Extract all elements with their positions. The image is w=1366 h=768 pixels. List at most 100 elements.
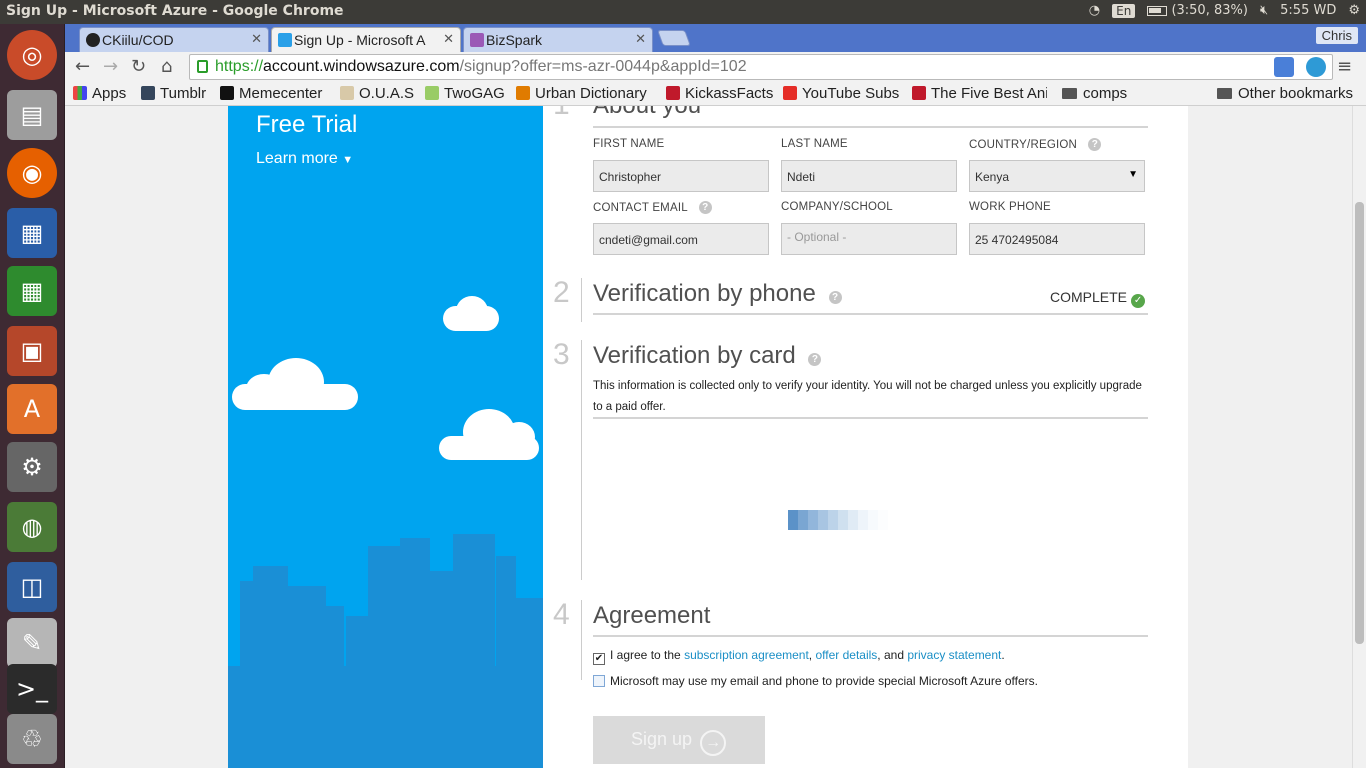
bookmark-apps[interactable]: Apps [73, 85, 126, 102]
help-icon[interactable]: ? [698, 201, 712, 214]
marketing-checkbox[interactable] [593, 675, 605, 687]
new-tab-button[interactable] [657, 30, 691, 46]
text-editor-icon[interactable]: ✎ [7, 618, 57, 668]
github-icon [86, 33, 100, 47]
url-path: /signup?offer=ms-azr-0044p&appId=102 [459, 58, 747, 75]
close-tab-icon[interactable]: ✕ [443, 31, 454, 47]
first-name-field[interactable]: Christopher [593, 160, 769, 192]
sign-up-button[interactable]: Sign up → [593, 716, 765, 764]
section-number: 1 [553, 106, 570, 122]
tab-ckiilu-cod[interactable]: CKiilu/COD ✕ [79, 27, 269, 52]
email-field[interactable]: cndeti@gmail.com [593, 223, 769, 255]
impress-icon[interactable]: ▣ [7, 326, 57, 376]
help-icon[interactable]: ? [828, 291, 842, 304]
reload-icon[interactable]: ↻ [131, 56, 146, 77]
country-region-label: COUNTRY/REGION ? [969, 138, 1102, 151]
bookmarks-bar: Apps Tumblr Memecenter O.U.A.S TwoGAG Ur… [65, 82, 1366, 106]
bookmark-label: Tumblr [160, 85, 207, 102]
software-center-icon[interactable]: A [7, 384, 57, 434]
url-host: account.windowsazure.com [263, 58, 460, 75]
bookmark-urban-dictionary[interactable]: Urban Dictionary [516, 85, 647, 102]
back-arrow-icon[interactable]: ← [75, 56, 90, 77]
offer-details-link[interactable]: offer details [815, 648, 877, 662]
folder-icon [1217, 88, 1232, 99]
terms-checkbox[interactable]: ✔ [593, 653, 605, 665]
bookmark-twogag[interactable]: TwoGAG [425, 85, 505, 102]
chrome-menu-icon[interactable]: ≡ [1337, 56, 1352, 77]
company-field[interactable]: - Optional - [781, 223, 957, 255]
bookmark-memecenter[interactable]: Memecenter [220, 85, 322, 102]
system-indicators: ◔ En (3:50, 83%) 🔇︎ 5:55 WD ⚙ [1089, 3, 1360, 18]
section-title-card-verification: Verification by card ? [593, 342, 822, 370]
sync-extension-icon[interactable] [1306, 57, 1326, 77]
bookmark-youtube-subs[interactable]: YouTube Subs [783, 85, 899, 102]
close-tab-icon[interactable]: ✕ [251, 31, 262, 47]
tab-label: CKiilu/COD [102, 32, 174, 48]
bookmark-tumblr[interactable]: Tumblr [141, 85, 206, 102]
help-icon[interactable]: ? [1088, 138, 1102, 151]
tab-label: Sign Up - Microsoft A [294, 32, 426, 48]
secure-lock-icon [197, 60, 208, 73]
country-label-text: COUNTRY/REGION [969, 139, 1078, 151]
suffix: . [1001, 648, 1005, 662]
bookmark-label: Other bookmarks [1238, 85, 1354, 102]
privacy-statement-link[interactable]: privacy statement [907, 648, 1001, 662]
settings-gear-icon[interactable]: ⚙ [1348, 3, 1360, 18]
ubuntu-dash-icon[interactable]: ◎ [7, 30, 57, 80]
calc-icon[interactable]: ▦ [7, 266, 57, 316]
bookmark-folder-comps[interactable]: comps [1062, 85, 1127, 102]
clock[interactable]: 5:55 WD [1280, 3, 1336, 18]
files-icon[interactable]: ▤ [7, 90, 57, 140]
tumblr-icon [141, 86, 155, 100]
writer-icon[interactable]: ▦ [7, 208, 57, 258]
bookmark-five-best-anime[interactable]: The Five Best Ani [912, 85, 1047, 102]
battery-icon [1147, 5, 1168, 16]
last-name-field[interactable]: Ndeti [781, 160, 957, 192]
bookmark-ouas[interactable]: O.U.A.S [340, 85, 414, 102]
signup-form: 1 About you FIRST NAME Christopher LAST … [543, 106, 1188, 768]
address-bar[interactable]: https://account.windowsazure.com/signup?… [189, 54, 1333, 80]
subscription-agreement-link[interactable]: subscription agreement [684, 648, 809, 662]
system-settings-icon[interactable]: ⚙ [7, 442, 57, 492]
bookmark-label: Memecenter [239, 85, 323, 102]
system-top-bar: Sign Up - Microsoft Azure - Google Chrom… [0, 0, 1366, 24]
section-rail [581, 340, 582, 580]
section-title-agreement: Agreement [593, 602, 711, 629]
other-bookmarks[interactable]: Other bookmarks [1217, 85, 1353, 102]
chrome-icon[interactable]: ◍ [7, 502, 57, 552]
firefox-icon[interactable]: ◉ [7, 148, 57, 198]
section-rail [581, 600, 582, 680]
close-tab-icon[interactable]: ✕ [635, 31, 646, 47]
translate-extension-icon[interactable] [1274, 57, 1294, 77]
five-best-icon [912, 86, 926, 100]
country-select[interactable]: Kenya ▼ [969, 160, 1145, 192]
trash-icon[interactable]: ♲ [7, 714, 57, 764]
keyboard-language-indicator[interactable]: En [1112, 3, 1136, 18]
tab-azure-signup[interactable]: Sign Up - Microsoft A ✕ [271, 27, 461, 52]
ouas-icon [340, 86, 354, 100]
bookmark-kickassfacts[interactable]: KickassFacts [666, 85, 773, 102]
battery-indicator[interactable]: (3:50, 83%) [1147, 3, 1248, 18]
help-icon[interactable]: ? [808, 353, 822, 366]
card-verification-title-text: Verification by card [593, 342, 796, 369]
volume-icon[interactable]: 🔇︎ [1260, 3, 1268, 18]
forward-arrow-icon[interactable]: → [103, 56, 118, 77]
section-number: 3 [553, 338, 570, 371]
home-icon[interactable]: ⌂ [161, 56, 172, 77]
workspace-switcher-icon[interactable]: ◫ [7, 562, 57, 612]
city-skyline-illustration [228, 534, 543, 768]
profile-button[interactable]: Chris [1315, 27, 1358, 44]
memecenter-icon [220, 86, 234, 100]
page-scrollbar[interactable] [1352, 106, 1366, 768]
tab-bizspark[interactable]: BizSpark ✕ [463, 27, 653, 52]
terminal-icon[interactable]: >_ [7, 664, 57, 714]
unity-launcher: ◎ ▤ ◉ ▦ ▦ ▣ A ⚙ ◍ ◫ ✎ >_ ♲ [0, 24, 65, 768]
wifi-icon[interactable]: ◔ [1089, 3, 1100, 18]
terms-agreement-row: ✔ I agree to the subscription agreement , … [593, 648, 1005, 665]
work-phone-field[interactable]: 25 4702495084 [969, 223, 1145, 255]
scrollbar-thumb[interactable] [1355, 202, 1364, 644]
browser-tab-strip: CKiilu/COD ✕ Sign Up - Microsoft A ✕ Biz… [65, 24, 1366, 52]
section-rail [581, 278, 582, 322]
twogag-icon [425, 86, 439, 100]
bizspark-icon [470, 33, 484, 47]
